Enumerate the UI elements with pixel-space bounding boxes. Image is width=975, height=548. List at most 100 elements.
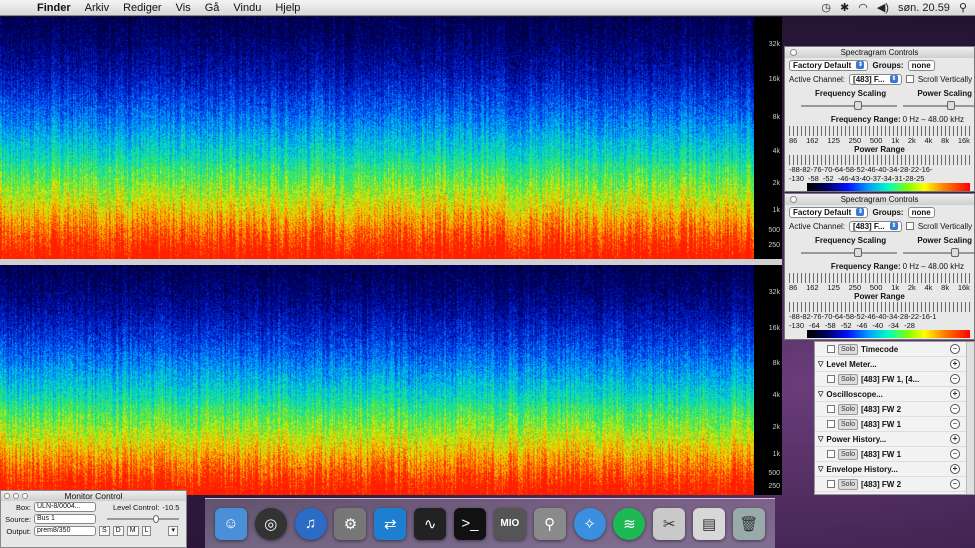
l-button[interactable]: L — [141, 526, 152, 536]
close-button[interactable] — [4, 493, 10, 499]
plugin-name: Timecode — [861, 344, 899, 354]
sc2-power-range-slider[interactable] — [789, 302, 970, 312]
sc1-freq-scaling-label: Frequency Scaling — [815, 88, 887, 98]
sc1-power-range-slider[interactable] — [789, 155, 970, 165]
level-slider[interactable] — [107, 515, 179, 523]
level-control-label: Level Control: — [113, 502, 160, 512]
solo-button[interactable]: Solo — [838, 343, 859, 355]
add-icon[interactable]: + — [950, 359, 960, 369]
documents-stack-icon[interactable]: ▤ — [693, 507, 726, 540]
sc2-freq-scaling-slider[interactable] — [854, 248, 862, 257]
sc2-close-button[interactable] — [790, 196, 797, 203]
sc2-titlebar[interactable]: Spectragram Controls — [785, 194, 974, 205]
list-group-header[interactable]: ▽ Power History... + — [815, 432, 974, 447]
enable-checkbox[interactable] — [827, 375, 835, 383]
sc1-freq-scaling-slider[interactable] — [854, 101, 862, 110]
add-icon[interactable]: + — [950, 389, 960, 399]
remove-icon[interactable]: − — [950, 449, 960, 459]
menu-arkiv[interactable]: Arkiv — [78, 2, 116, 14]
sc1-scroll-checkbox[interactable] — [905, 75, 914, 83]
sc2-freq-range-slider[interactable] — [789, 273, 970, 283]
sc1-power-scaling-slider[interactable] — [947, 101, 955, 110]
sc1-close-button[interactable] — [790, 49, 797, 56]
remove-icon[interactable]: − — [950, 404, 960, 414]
disclosure-triangle-icon[interactable]: ▽ — [818, 360, 823, 368]
sc2-scroll-checkbox[interactable] — [905, 222, 914, 230]
add-icon[interactable]: + — [950, 434, 960, 444]
terminal-icon[interactable]: >_ — [453, 507, 486, 540]
trash-icon[interactable]: 🗑 — [732, 507, 765, 540]
itunes-icon[interactable]: ♫ — [294, 507, 327, 540]
monitor-titlebar[interactable]: Monitor Control — [1, 491, 186, 501]
sc2-preset-popup[interactable]: Factory Default ⇕ — [789, 206, 869, 218]
mio-console-icon[interactable]: MIO — [493, 507, 526, 540]
disclosure-triangle-icon[interactable]: ▽ — [818, 465, 823, 473]
teamviewer-icon[interactable]: ⇄ — [374, 507, 407, 540]
spotlight-search-icon[interactable]: ⚲ — [959, 1, 967, 14]
preview-icon[interactable]: ✂ — [653, 507, 686, 540]
sc1-freq-range-slider[interactable] — [789, 126, 970, 136]
plugin-list-scrollbar[interactable] — [966, 342, 974, 494]
enable-checkbox[interactable] — [827, 480, 835, 488]
list-group-header[interactable]: ▽ Envelope History... + — [815, 462, 974, 477]
volume-icon[interactable]: ◀) — [877, 1, 889, 14]
menu-app-name[interactable]: Finder — [30, 2, 78, 14]
solo-button[interactable]: Solo — [838, 448, 859, 460]
enable-checkbox[interactable] — [827, 450, 835, 458]
sc1-channel-popup[interactable]: [483] F... ⇕ — [849, 73, 902, 85]
finder-icon[interactable]: ☺ — [214, 507, 247, 540]
disclosure-triangle-icon[interactable]: ▽ — [818, 390, 823, 398]
output-popup[interactable]: prem8/350 — [34, 526, 96, 536]
sc1-freq-tick: 250 — [848, 136, 862, 145]
source-popup[interactable]: Bus 1 — [34, 514, 96, 524]
time-machine-icon[interactable]: ◷ — [821, 1, 831, 14]
sc2-preset-value: Factory Default — [793, 207, 852, 217]
solo-button[interactable]: Solo — [838, 373, 859, 385]
list-group-header[interactable]: ▽ Level Meter... + — [815, 357, 974, 372]
minimize-button[interactable] — [13, 493, 19, 499]
sc2-channel-popup[interactable]: [483] F... ⇕ — [849, 220, 902, 232]
sc1-titlebar[interactable]: Spectragram Controls — [785, 47, 974, 58]
zoom-button[interactable] — [22, 493, 28, 499]
spectrogram-controls-2: Spectragram Controls Factory Default ⇕ G… — [784, 193, 975, 340]
enable-checkbox[interactable] — [827, 405, 835, 413]
add-icon[interactable]: + — [950, 464, 960, 474]
menu-vis[interactable]: Vis — [169, 2, 198, 14]
expand-icon[interactable]: ▾ — [168, 526, 178, 536]
d-button[interactable]: D — [112, 526, 124, 536]
magnifier-icon[interactable]: ⚲ — [533, 507, 566, 540]
solo-button[interactable]: Solo — [838, 418, 859, 430]
activity-monitor-icon[interactable]: ∿ — [414, 507, 447, 540]
menu-clock[interactable]: søn. 20.59 — [898, 2, 950, 14]
menu-ga[interactable]: Gå — [198, 2, 227, 14]
m-button[interactable]: M — [126, 526, 139, 536]
solo-button[interactable]: Solo — [838, 478, 859, 490]
sc1-preset-popup[interactable]: Factory Default ⇕ — [789, 59, 869, 71]
enable-checkbox[interactable] — [827, 420, 835, 428]
dashboard-icon[interactable]: ◎ — [254, 507, 287, 540]
spotify-icon[interactable]: ≋ — [613, 507, 646, 540]
sc2-groups-popup[interactable]: none — [907, 206, 935, 218]
remove-icon[interactable]: − — [950, 479, 960, 489]
remove-icon[interactable]: − — [950, 419, 960, 429]
box-popup[interactable]: ULN-8/0004... — [34, 502, 96, 512]
sc1-groups-popup[interactable]: none — [907, 59, 935, 71]
remove-icon[interactable]: − — [950, 374, 960, 384]
sc2-power-scaling-slider[interactable] — [951, 248, 959, 257]
s-button[interactable]: S — [99, 526, 110, 536]
bluetooth-icon[interactable]: ✱ — [840, 1, 849, 14]
safari-icon[interactable]: ✧ — [573, 507, 606, 540]
solo-button[interactable]: Solo — [838, 403, 859, 415]
menu-rediger[interactable]: Rediger — [116, 2, 169, 14]
menu-hjelp[interactable]: Hjelp — [268, 2, 307, 14]
system-preferences-icon[interactable]: ⚙ — [334, 507, 367, 540]
enable-checkbox[interactable] — [827, 345, 835, 353]
sc2-groups-value: none — [911, 207, 931, 217]
wifi-icon[interactable]: ◠ — [858, 1, 868, 14]
level-slider-knob[interactable] — [153, 515, 159, 523]
plugin-source: [483] FW 1 — [861, 419, 902, 429]
menu-vindu[interactable]: Vindu — [226, 2, 268, 14]
disclosure-triangle-icon[interactable]: ▽ — [818, 435, 823, 443]
remove-icon[interactable]: − — [950, 344, 960, 354]
list-group-header[interactable]: ▽ Oscilloscope... + — [815, 387, 974, 402]
